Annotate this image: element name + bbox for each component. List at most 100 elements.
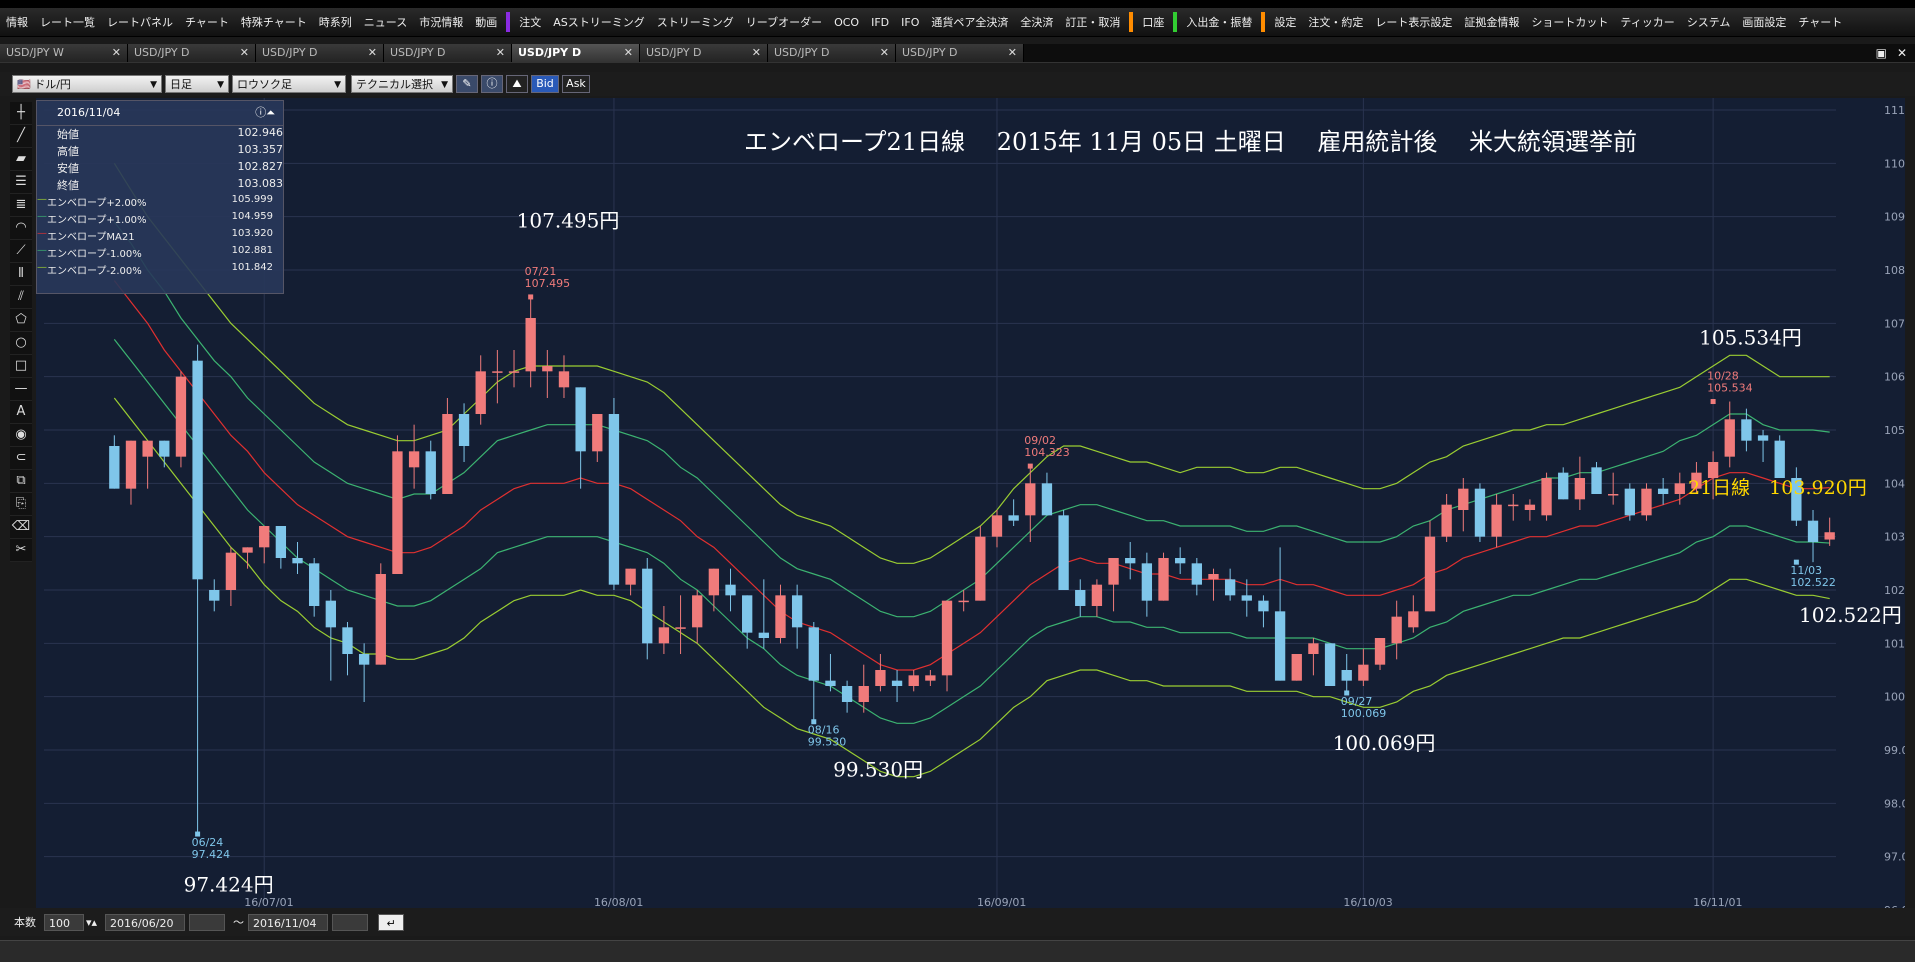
chart-tab[interactable]: USD/JPY D ✕ bbox=[640, 44, 768, 62]
pen-icon[interactable]: ✎ bbox=[456, 75, 478, 93]
toolbar-item[interactable]: 証拠金情報 bbox=[1458, 14, 1525, 30]
toolbar-separator bbox=[1261, 12, 1266, 32]
toolbar-item[interactable]: 訂正・取消 bbox=[1059, 14, 1126, 30]
chart-tab[interactable]: USD/JPY D ✕ bbox=[384, 44, 512, 62]
toolbar-item[interactable]: ショートカット bbox=[1525, 14, 1614, 30]
stamp-icon[interactable]: ◉ bbox=[10, 424, 32, 447]
paste-icon[interactable]: ⎘ bbox=[10, 493, 32, 516]
chart-control-bar: 🇺🇸 ドル/円 ▼ 日足 ▼ ロウソク足 ▼ テクニカル選択 ▼ ✎ ⓘ ⛰ B… bbox=[0, 72, 1915, 96]
close-icon[interactable]: ✕ bbox=[112, 44, 121, 62]
close-icon[interactable]: ✕ bbox=[368, 44, 377, 62]
chart-tab[interactable]: USD/JPY D ✕ bbox=[128, 44, 256, 62]
toolbar-item[interactable]: リーブオーダー bbox=[740, 14, 828, 30]
toolbar-item[interactable]: ストリーミング bbox=[651, 14, 740, 30]
text-icon[interactable]: A bbox=[10, 401, 32, 424]
toolbar-item[interactable]: ニュース bbox=[358, 14, 413, 30]
legend-swatch: — bbox=[37, 245, 47, 256]
close-icon[interactable]: ✕ bbox=[496, 44, 505, 62]
eraser-icon[interactable]: ⌫ bbox=[10, 516, 32, 539]
close-icon[interactable]: ✕ bbox=[1897, 44, 1907, 62]
stepper-icon[interactable]: ▾▴ bbox=[86, 916, 97, 929]
copy-icon[interactable]: ⧉ bbox=[10, 470, 32, 493]
chart-tab[interactable]: USD/JPY D ✕ bbox=[256, 44, 384, 62]
from-time-input[interactable] bbox=[189, 913, 226, 931]
chart-tab[interactable]: USD/JPY D ✕ bbox=[896, 44, 1024, 62]
toolbar-item[interactable]: OCO bbox=[828, 16, 865, 29]
candle-body bbox=[425, 451, 436, 494]
toolbar-item[interactable]: 動画 bbox=[469, 14, 503, 30]
y-tick-label: 109.00 bbox=[1884, 211, 1905, 224]
toolbar-item[interactable]: 注文 bbox=[513, 14, 547, 30]
period-select[interactable]: 日足 ▼ bbox=[165, 75, 229, 93]
close-icon[interactable]: ✕ bbox=[240, 44, 249, 62]
enter-icon[interactable]: ↵ bbox=[378, 913, 405, 931]
candle-body bbox=[375, 574, 386, 665]
mountain-icon[interactable]: ⛰ bbox=[506, 75, 528, 93]
to-date-input[interactable]: 2016/11/04 bbox=[248, 913, 329, 931]
extreme-value-label: 99.530 bbox=[808, 736, 847, 749]
pentagon-icon[interactable]: ⬠ bbox=[10, 309, 32, 332]
rectangle-icon[interactable]: □ bbox=[10, 355, 32, 378]
magnet-icon[interactable]: ⊂ bbox=[10, 447, 32, 470]
close-icon[interactable]: ✕ bbox=[880, 44, 889, 62]
toolbar-item[interactable]: 画面設定 bbox=[1736, 14, 1792, 30]
toolbar-item[interactable]: システム bbox=[1681, 14, 1737, 30]
restore-icon[interactable]: ▣ bbox=[1876, 44, 1887, 62]
ask-button[interactable]: Ask bbox=[562, 75, 590, 93]
toolbar-item[interactable]: 設定 bbox=[1268, 14, 1302, 30]
toolbar-item[interactable]: レート表示設定 bbox=[1369, 14, 1458, 30]
bid-button[interactable]: Bid bbox=[531, 75, 559, 93]
toolbar-item[interactable]: IFD bbox=[865, 16, 895, 29]
arc-icon[interactable]: ◠ bbox=[10, 217, 32, 240]
candlestick-chart[interactable]: 111.00 110.00 109.00 108.00 107.00 106.00 105.… bbox=[36, 98, 1915, 917]
info-icon[interactable]: ⓘ⏶ bbox=[255, 101, 275, 125]
toolbar-item[interactable]: 口座 bbox=[1136, 14, 1170, 30]
count-input[interactable]: 100 bbox=[44, 913, 84, 931]
close-icon[interactable]: ✕ bbox=[752, 44, 761, 62]
clear-icon[interactable]: ✂ bbox=[10, 539, 32, 562]
crosshair-icon[interactable]: ┼ bbox=[10, 102, 32, 125]
chart-tab[interactable]: USD/JPY D ✕ bbox=[512, 44, 640, 62]
toolbar-item[interactable]: 特殊チャート bbox=[235, 14, 313, 30]
to-time-input[interactable] bbox=[332, 913, 369, 931]
circle-icon[interactable]: ○ bbox=[10, 332, 32, 355]
info-icon[interactable]: ⓘ bbox=[481, 75, 503, 93]
toolbar-item[interactable]: 入出金・振替 bbox=[1180, 14, 1258, 30]
channel-icon[interactable]: ⫽ bbox=[10, 286, 32, 309]
ruler-icon[interactable]: ▰ bbox=[10, 148, 32, 171]
toolbar-item[interactable]: 情報 bbox=[0, 14, 34, 30]
toolbar-item[interactable]: チャート bbox=[179, 14, 235, 30]
from-date-input[interactable]: 2016/06/20 bbox=[105, 913, 186, 931]
fan-icon[interactable]: ⟋ bbox=[10, 240, 32, 263]
toolbar-item[interactable]: ASストリーミング bbox=[547, 14, 651, 30]
trendline-icon[interactable]: ╱ bbox=[10, 125, 32, 148]
toolbar-item[interactable]: 市況情報 bbox=[413, 14, 469, 30]
toolbar-item[interactable]: 時系列 bbox=[313, 14, 358, 30]
candle-body bbox=[758, 632, 769, 638]
toolbar-item[interactable]: チャート bbox=[1792, 14, 1848, 30]
toolbar-item[interactable]: レート一覧 bbox=[34, 14, 101, 30]
close-icon[interactable]: ✕ bbox=[1008, 44, 1017, 62]
technical-select[interactable]: テクニカル選択 ▼ bbox=[351, 75, 453, 93]
chart-type-select[interactable]: ロウソク足 ▼ bbox=[232, 75, 346, 93]
y-tick-label: 108.00 bbox=[1884, 264, 1905, 277]
vertical-lines-icon[interactable]: ⦀ bbox=[10, 263, 32, 286]
toolbar-item[interactable]: レートパネル bbox=[101, 14, 179, 30]
candle-body bbox=[1191, 563, 1202, 585]
info-row-value: 103.920 bbox=[231, 228, 273, 239]
chart-tab[interactable]: USD/JPY D ✕ bbox=[768, 44, 896, 62]
toolbar-item[interactable]: ティッカー bbox=[1614, 14, 1680, 30]
toolbar-item[interactable]: 全決済 bbox=[1014, 14, 1059, 30]
info-row-label: 始値 bbox=[57, 128, 79, 141]
toolbar-item[interactable]: IFO bbox=[895, 16, 925, 29]
currency-pair-select[interactable]: 🇺🇸 ドル/円 ▼ bbox=[12, 75, 162, 93]
toolbar-item[interactable]: 通貨ペア全決済 bbox=[925, 14, 1014, 30]
hline-icon[interactable]: — bbox=[10, 378, 32, 401]
candle-body bbox=[1141, 563, 1153, 601]
multi-lines-icon[interactable]: ≣ bbox=[10, 194, 32, 217]
horizontal-lines-icon[interactable]: ☰ bbox=[10, 171, 32, 194]
close-icon[interactable]: ✕ bbox=[624, 44, 633, 62]
chart-tab[interactable]: USD/JPY W ✕ bbox=[0, 44, 128, 62]
toolbar-item[interactable]: 注文・約定 bbox=[1302, 14, 1369, 30]
chart-area[interactable]: 111.00 110.00 109.00 108.00 107.00 106.00 105.… bbox=[36, 98, 1915, 917]
